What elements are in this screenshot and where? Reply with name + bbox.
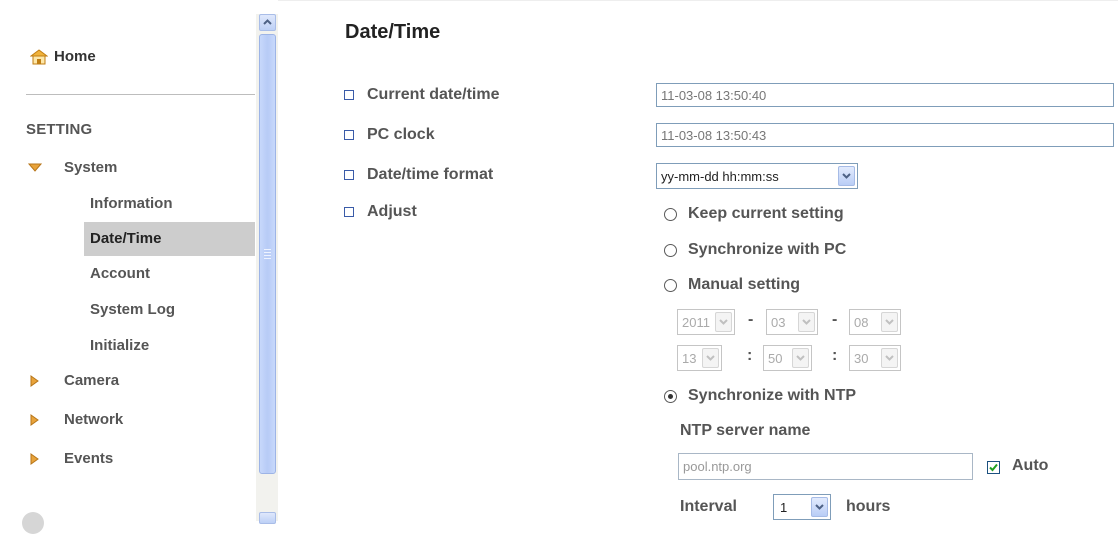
scroll-up-button[interactable]	[259, 14, 276, 31]
sidebar-item-label: System	[64, 159, 118, 176]
interval-label: Interval	[680, 498, 737, 515]
second-select[interactable]: 30	[849, 345, 901, 371]
radio-button[interactable]	[664, 243, 677, 257]
sidebar-item-account[interactable]: Account	[84, 257, 255, 291]
bullet-square-icon	[344, 207, 354, 217]
dropdown-button[interactable]	[811, 497, 828, 517]
radio-keep-current[interactable]: Keep current setting	[664, 205, 844, 223]
chevron-down-icon	[815, 504, 824, 510]
bullet-square-icon	[344, 170, 354, 180]
radio-button-selected[interactable]	[664, 389, 677, 403]
current-datetime-label: Current date/time	[344, 86, 499, 104]
partial-icon	[22, 512, 44, 534]
label-text: Current date/time	[367, 86, 500, 103]
nav-home[interactable]: Home	[30, 48, 96, 65]
sidebar-item-label: Camera	[64, 372, 120, 389]
datetime-format-label: Date/time format	[344, 166, 493, 184]
checkmark-icon	[989, 463, 998, 472]
sidebar-item-label: Network	[64, 411, 124, 428]
label-text: PC clock	[367, 126, 435, 143]
sidebar-item-initialize[interactable]: Initialize	[84, 329, 255, 363]
ntp-server-input[interactable]: pool.ntp.org	[678, 453, 973, 480]
date-separator: -	[748, 311, 754, 328]
scrollbar-grip-icon	[264, 249, 271, 261]
dropdown-button[interactable]	[838, 166, 855, 186]
chevron-down-icon	[885, 355, 894, 361]
triangle-right-icon	[30, 413, 39, 426]
radio-button[interactable]	[664, 278, 677, 292]
sidebar-item-label: Events	[64, 450, 114, 467]
triangle-right-icon	[30, 452, 39, 465]
chevron-down-icon	[802, 319, 811, 325]
interval-select[interactable]: 1	[773, 494, 831, 520]
dropdown-button[interactable]	[881, 312, 898, 332]
triangle-right-icon	[30, 374, 39, 387]
chevron-down-icon	[719, 319, 728, 325]
home-label: Home	[54, 48, 96, 65]
select-value: 08	[854, 315, 869, 330]
auto-checkbox[interactable]	[987, 461, 1000, 474]
setting-heading: SETTING	[26, 121, 93, 138]
month-select[interactable]: 03	[766, 309, 818, 335]
page-title: Date/Time	[345, 21, 441, 43]
current-datetime-field: 11-03-08 13:50:40	[656, 83, 1114, 107]
radio-manual[interactable]: Manual setting	[664, 276, 800, 294]
sidebar-item-system[interactable]: System	[28, 159, 117, 176]
time-separator: :	[747, 347, 753, 364]
scroll-down-button[interactable]	[259, 512, 276, 524]
sidebar: Home SETTING System Information Date/Tim…	[0, 0, 278, 534]
sidebar-item-datetime[interactable]: Date/Time	[84, 222, 255, 256]
sidebar-item-system-log[interactable]: System Log	[84, 293, 255, 327]
pc-clock-label: PC clock	[344, 126, 435, 144]
bullet-square-icon	[344, 90, 354, 100]
dropdown-button[interactable]	[715, 312, 732, 332]
radio-label: Keep current setting	[688, 205, 844, 222]
radio-label: Manual setting	[688, 276, 801, 293]
select-value: 50	[768, 351, 783, 366]
pc-clock-field: 11-03-08 13:50:43	[656, 123, 1114, 147]
dropdown-button[interactable]	[881, 348, 898, 368]
select-value: 30	[854, 351, 869, 366]
time-separator: :	[832, 347, 838, 364]
triangle-down-icon	[28, 163, 42, 172]
date-separator: -	[832, 311, 838, 328]
select-value: 1	[780, 500, 788, 515]
select-value: 13	[682, 351, 697, 366]
year-select[interactable]: 2011	[677, 309, 735, 335]
radio-button[interactable]	[664, 207, 677, 221]
sidebar-item-information[interactable]: Information	[84, 187, 255, 221]
hours-label: hours	[846, 498, 891, 515]
chevron-up-icon	[263, 19, 272, 25]
minute-select[interactable]: 50	[763, 345, 812, 371]
sidebar-item-events[interactable]: Events	[28, 450, 113, 467]
label-text: Date/time format	[367, 166, 494, 183]
adjust-label: Adjust	[344, 203, 417, 221]
bullet-square-icon	[344, 130, 354, 140]
chevron-down-icon	[706, 355, 715, 361]
chevron-down-icon	[842, 173, 851, 179]
ntp-server-label: NTP server name	[680, 422, 811, 439]
dropdown-button[interactable]	[792, 348, 809, 368]
select-value: yy-mm-dd hh:mm:ss	[661, 169, 779, 184]
chevron-down-icon	[796, 355, 805, 361]
select-value: 2011	[682, 315, 710, 330]
label-text: Adjust	[367, 203, 417, 220]
sidebar-divider	[26, 94, 255, 95]
radio-sync-pc[interactable]: Synchronize with PC	[664, 241, 846, 259]
radio-label: Synchronize with NTP	[688, 387, 857, 404]
sidebar-item-camera[interactable]: Camera	[28, 372, 119, 389]
datetime-format-select[interactable]: yy-mm-dd hh:mm:ss	[656, 163, 858, 189]
dropdown-button[interactable]	[798, 312, 815, 332]
radio-label: Synchronize with PC	[688, 241, 847, 258]
radio-sync-ntp[interactable]: Synchronize with NTP	[664, 387, 856, 405]
dropdown-button[interactable]	[702, 348, 719, 368]
auto-label: Auto	[1012, 457, 1049, 474]
select-value: 03	[771, 315, 786, 330]
chevron-down-icon	[885, 319, 894, 325]
sidebar-item-network[interactable]: Network	[28, 411, 123, 428]
home-icon	[30, 48, 48, 64]
hour-select[interactable]: 13	[677, 345, 722, 371]
day-select[interactable]: 08	[849, 309, 901, 335]
